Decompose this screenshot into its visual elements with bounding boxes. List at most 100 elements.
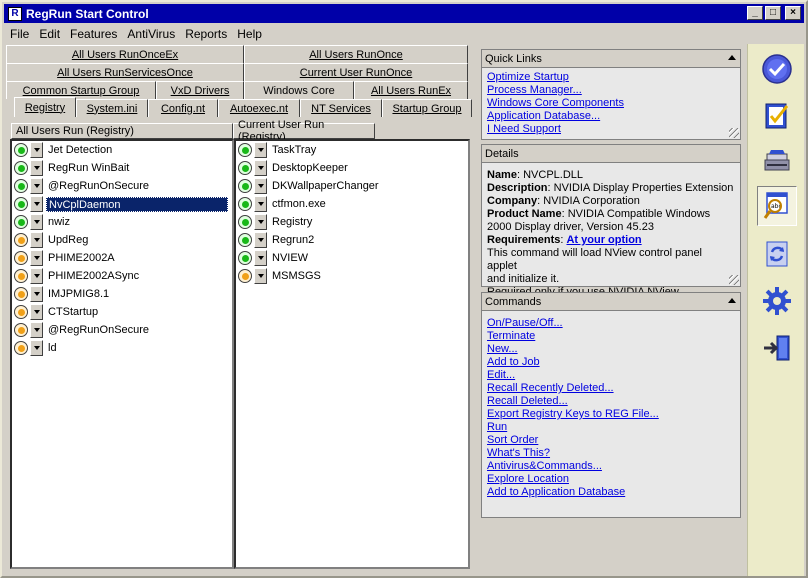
tab-registry[interactable]: Registry xyxy=(14,97,76,117)
details-header[interactable]: Details xyxy=(482,145,740,163)
list-item[interactable]: DesktopKeeper xyxy=(236,159,468,177)
collapse-icon[interactable] xyxy=(728,298,736,303)
status-active-icon[interactable] xyxy=(238,143,252,157)
command-link[interactable]: What's This? xyxy=(487,447,735,460)
list-item[interactable]: ld xyxy=(12,339,232,357)
list-item[interactable]: PHIME2002A xyxy=(12,249,232,267)
command-link[interactable]: New... xyxy=(487,343,735,356)
command-link[interactable]: Edit... xyxy=(487,369,735,382)
dropdown-arrow-icon[interactable] xyxy=(30,196,43,212)
quick-link[interactable]: Process Manager... xyxy=(487,84,735,97)
status-active-icon[interactable] xyxy=(14,215,28,229)
status-active-icon[interactable] xyxy=(14,197,28,211)
status-active-icon[interactable] xyxy=(14,143,28,157)
tab-system-ini[interactable]: System.ini xyxy=(76,99,148,117)
status-active-icon[interactable] xyxy=(238,179,252,193)
dropdown-arrow-icon[interactable] xyxy=(254,178,267,194)
menu-help[interactable]: Help xyxy=(237,27,262,41)
list-item-label[interactable]: ctfmon.exe xyxy=(270,197,328,212)
list-item-label[interactable]: MSMSGS xyxy=(270,269,323,284)
status-active-icon[interactable] xyxy=(238,251,252,265)
menu-file[interactable]: File xyxy=(10,27,29,41)
quick-link[interactable]: Optimize Startup xyxy=(487,71,735,84)
dropdown-arrow-icon[interactable] xyxy=(254,268,267,284)
dropdown-arrow-icon[interactable] xyxy=(254,214,267,230)
dropdown-arrow-icon[interactable] xyxy=(254,142,267,158)
tab-current-user-runonce[interactable]: Current User RunOnce xyxy=(244,63,468,81)
list-item[interactable]: RegRun WinBait xyxy=(12,159,232,177)
menu-antivirus[interactable]: AntiVirus xyxy=(127,27,175,41)
quick-link[interactable]: Windows Core Components xyxy=(487,97,735,110)
resize-grip-icon[interactable] xyxy=(729,128,739,138)
list-item-label[interactable]: DesktopKeeper xyxy=(270,161,350,176)
command-link[interactable]: Add to Job xyxy=(487,356,735,369)
title-bar[interactable]: R RegRun Start Control _ □ × xyxy=(4,4,804,23)
command-link[interactable]: Sort Order xyxy=(487,434,735,447)
magnifier-document-icon[interactable]: abc xyxy=(757,186,797,226)
left-startup-list[interactable]: Jet Detection RegRun WinBait @RegRunOnSecu… xyxy=(10,139,234,569)
menu-reports[interactable]: Reports xyxy=(185,27,227,41)
dropdown-arrow-icon[interactable] xyxy=(30,232,43,248)
dropdown-arrow-icon[interactable] xyxy=(30,160,43,176)
list-item-label[interactable]: NVIEW xyxy=(270,251,310,266)
command-link[interactable]: Explore Location xyxy=(487,473,735,486)
tab-all-users-runservicesonce[interactable]: All Users RunServicesOnce xyxy=(6,63,244,81)
dropdown-arrow-icon[interactable] xyxy=(30,304,43,320)
tab-windows-core[interactable]: Windows Core xyxy=(244,81,354,99)
tab-all-users-runex[interactable]: All Users RunEx xyxy=(354,81,468,99)
command-link[interactable]: Add to Application Database xyxy=(487,486,735,499)
scanner-icon[interactable] xyxy=(757,140,797,180)
tab-vxd-drivers[interactable]: VxD Drivers xyxy=(156,81,244,99)
requirements-link[interactable]: At your option xyxy=(566,234,641,246)
status-active-icon[interactable] xyxy=(14,161,28,175)
list-item-label[interactable]: nwiz xyxy=(46,215,72,230)
list-item-label[interactable]: PHIME2002ASync xyxy=(46,269,141,284)
status-disabled-icon[interactable] xyxy=(14,251,28,265)
list-item[interactable]: Registry xyxy=(236,213,468,231)
command-link[interactable]: Run xyxy=(487,421,735,434)
checklist-icon[interactable] xyxy=(757,96,797,136)
refresh-icon[interactable] xyxy=(757,234,797,274)
status-disabled-icon[interactable] xyxy=(14,341,28,355)
command-link[interactable]: On/Pause/Off... xyxy=(487,317,735,330)
list-item[interactable]: MSMSGS xyxy=(236,267,468,285)
list-item[interactable]: PHIME2002ASync xyxy=(12,267,232,285)
quick-link[interactable]: I Need Support xyxy=(487,123,735,136)
commands-header[interactable]: Commands xyxy=(482,293,740,311)
dropdown-arrow-icon[interactable] xyxy=(30,142,43,158)
list-item-label[interactable]: IMJPMIG8.1 xyxy=(46,287,111,302)
close-button[interactable]: × xyxy=(785,6,801,20)
dropdown-arrow-icon[interactable] xyxy=(30,340,43,356)
list-item[interactable]: DKWallpaperChanger xyxy=(236,177,468,195)
right-pane-header[interactable]: Current User Run (Registry) xyxy=(233,119,375,143)
list-item-label[interactable]: @RegRunOnSecure xyxy=(46,179,151,194)
dropdown-arrow-icon[interactable] xyxy=(30,286,43,302)
status-disabled-icon[interactable] xyxy=(14,323,28,337)
list-item-label[interactable]: ld xyxy=(46,341,59,356)
status-disabled-icon[interactable] xyxy=(14,233,28,247)
checkmark-circle-icon[interactable] xyxy=(757,49,797,89)
command-link[interactable]: Recall Recently Deleted... xyxy=(487,382,735,395)
command-link[interactable]: Antivirus&Commands... xyxy=(487,460,735,473)
dropdown-arrow-icon[interactable] xyxy=(30,322,43,338)
command-link[interactable]: Terminate xyxy=(487,330,735,343)
resize-grip-icon[interactable] xyxy=(729,275,739,285)
list-item-label[interactable]: Jet Detection xyxy=(46,143,114,158)
command-link[interactable]: Export Registry Keys to REG File... xyxy=(487,408,735,421)
status-disabled-icon[interactable] xyxy=(14,287,28,301)
tab-autoexec-nt[interactable]: Autoexec.nt xyxy=(218,99,300,117)
app-icon[interactable]: R xyxy=(8,6,22,21)
list-item[interactable]: NVIEW xyxy=(236,249,468,267)
left-pane-header[interactable]: All Users Run (Registry) xyxy=(11,123,233,139)
tab-nt-services[interactable]: NT Services xyxy=(300,99,382,117)
status-disabled-icon[interactable] xyxy=(14,305,28,319)
tab-config-nt[interactable]: Config.nt xyxy=(148,99,218,117)
list-item-label[interactable]: RegRun WinBait xyxy=(46,161,131,176)
status-active-icon[interactable] xyxy=(238,233,252,247)
maximize-button[interactable]: □ xyxy=(765,6,781,20)
quick-links-header[interactable]: Quick Links xyxy=(482,50,740,68)
list-item-label[interactable]: @RegRunOnSecure xyxy=(46,323,151,338)
list-item-label[interactable]: CTStartup xyxy=(46,305,100,320)
tab-all-users-runonce[interactable]: All Users RunOnce xyxy=(244,45,468,63)
list-item[interactable]: nwiz xyxy=(12,213,232,231)
